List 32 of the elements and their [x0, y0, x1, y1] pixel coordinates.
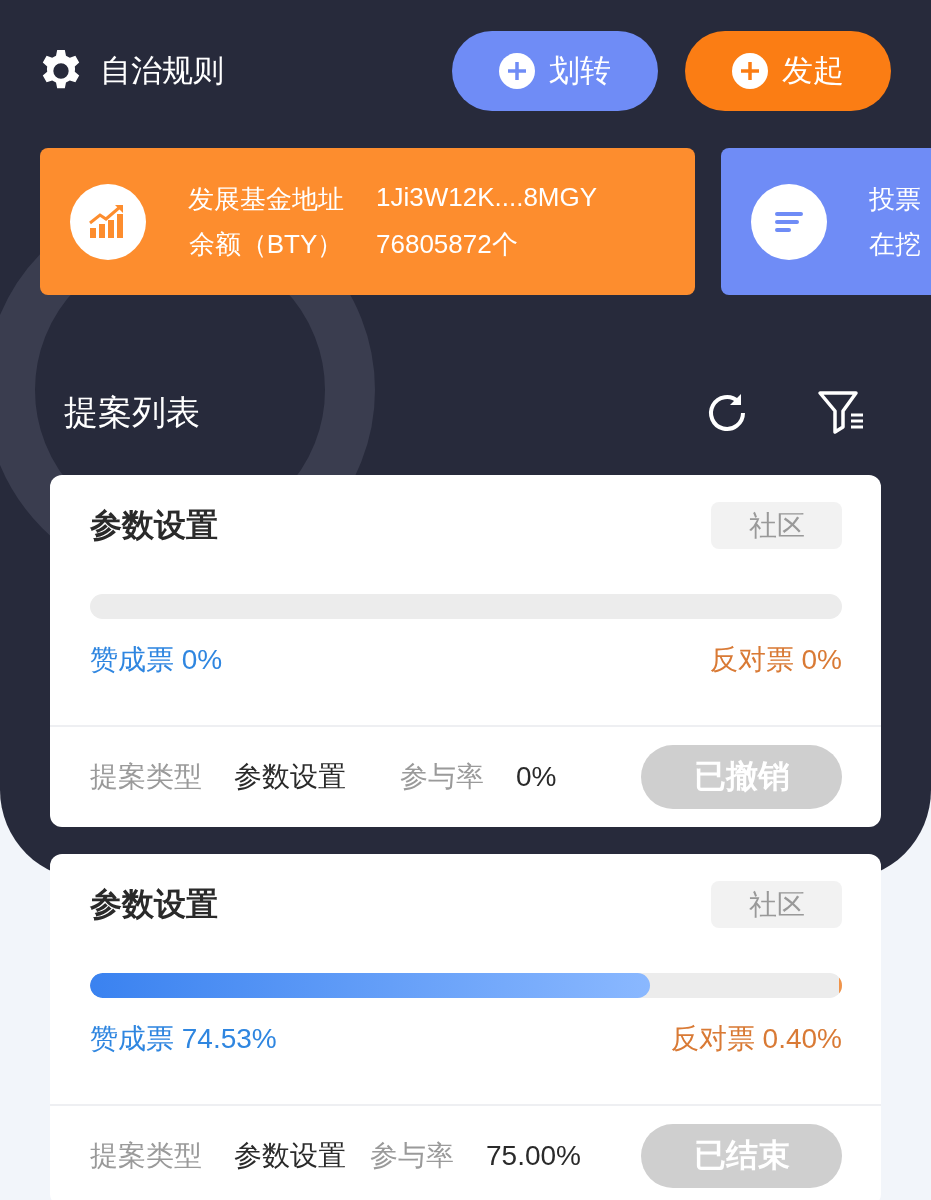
list-icon	[751, 183, 827, 260]
proposal-tag: 社区	[711, 502, 842, 549]
info-value: 76805872个	[376, 227, 519, 261]
info-label: 投票	[869, 182, 921, 216]
type-value: 参数设置	[234, 1139, 346, 1173]
proposal-tag: 社区	[711, 881, 842, 928]
participation-value: 0%	[516, 761, 557, 793]
approve-votes: 赞成票 0%	[90, 643, 223, 677]
action-button[interactable]: 划转	[452, 31, 658, 111]
page-title: 自治规则	[100, 52, 225, 90]
info-value: 1Ji3W12K....8MGY	[376, 181, 598, 214]
type-value: 参数设置	[234, 760, 346, 794]
plus-icon	[499, 53, 535, 89]
proposal-title: 参数设置	[90, 505, 218, 545]
action-button[interactable]: 发起	[685, 31, 891, 111]
info-label: 在挖	[869, 227, 921, 261]
info-label: 余额（BTY）	[188, 227, 344, 261]
proposal-title: 参数设置	[90, 884, 218, 924]
info-label: 发展基金地址	[188, 182, 344, 216]
info-card[interactable]: 发展基金地址 1Ji3W12K....8MGY 余额（BTY） 76805872个	[40, 148, 695, 295]
participation-label: 参与率	[400, 760, 484, 794]
participation-label: 参与率	[370, 1139, 454, 1173]
growth-chart-icon	[70, 183, 146, 260]
against-votes: 反对票 0.40%	[670, 1022, 842, 1056]
info-card[interactable]: 投票 在挖	[721, 148, 931, 295]
type-label: 提案类型	[90, 1139, 202, 1173]
approve-votes: 赞成票 74.53%	[90, 1022, 277, 1056]
against-votes: 反对票 0%	[709, 643, 842, 677]
participation-value: 75.00%	[486, 1140, 581, 1172]
type-label: 提案类型	[90, 760, 202, 794]
plus-icon	[732, 53, 768, 89]
section-title: 提案列表	[64, 392, 201, 433]
